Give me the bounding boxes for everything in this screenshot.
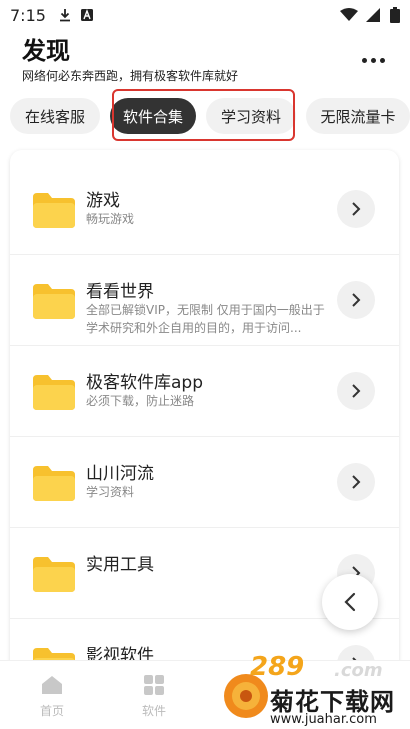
annotation-highlight-box	[112, 89, 295, 141]
list-item-desc: 全部已解锁VIP，无限制 仅用于国内一般出于学术研究和外企自用的目的，用于访问.…	[86, 303, 325, 335]
nav-label-home: 首页	[39, 704, 64, 718]
page-header: 发现 网络何必东奔西跑，拥有极客软件库就好	[22, 36, 238, 84]
list-item[interactable]: 看看世界 全部已解锁VIP，无限制 仅用于国内一般出于学术研究和外企自用的目的，…	[10, 255, 399, 346]
list-item-title: 实用工具	[86, 555, 154, 575]
chevron-left-icon	[344, 592, 356, 612]
list-item-title: 看看世界	[86, 282, 154, 302]
watermark-number: 289	[250, 652, 305, 682]
list-item-desc: 畅玩游戏	[86, 212, 135, 226]
site-watermark: 289 .com 菊花下载网 www.juahar.com	[222, 650, 410, 729]
open-button[interactable]	[337, 463, 375, 501]
chevron-right-icon	[352, 293, 361, 307]
watermark-url: www.juahar.com	[270, 712, 377, 727]
list-item-desc: 必须下载，防止迷路	[86, 394, 195, 408]
more-dot-icon	[361, 57, 367, 63]
folder-icon	[33, 284, 75, 319]
chevron-right-icon	[352, 384, 361, 398]
status-time: 7:15	[10, 5, 46, 25]
list-item-title: 山川河流	[86, 464, 154, 484]
page-title: 发现	[22, 37, 70, 65]
wifi-icon	[340, 8, 358, 21]
nav-item-home[interactable]: 首页	[22, 675, 82, 719]
nav-item-software[interactable]: 软件	[124, 675, 184, 719]
tab-online-support[interactable]: 在线客服	[10, 98, 100, 134]
folder-icon	[33, 193, 75, 228]
floating-back-button[interactable]	[322, 574, 378, 630]
download-icon	[59, 9, 70, 22]
list-item-title: 游戏	[86, 191, 120, 211]
more-dot-icon	[379, 57, 385, 63]
list-item[interactable]: 极客软件库app 必须下载，防止迷路	[10, 346, 399, 437]
list-item-title: 极客软件库app	[86, 373, 203, 393]
open-button[interactable]	[337, 281, 375, 319]
list-item-desc: 学习资料	[86, 485, 135, 499]
open-button[interactable]	[337, 190, 375, 228]
grid-icon	[144, 675, 164, 695]
folder-icon	[33, 557, 75, 592]
more-options-button[interactable]	[358, 48, 388, 72]
tab-unlimited-data-card[interactable]: 无限流量卡	[306, 98, 410, 134]
folder-icon	[33, 466, 75, 501]
home-icon	[42, 676, 62, 694]
list-item[interactable]: 山川河流 学习资料	[10, 437, 399, 528]
battery-icon	[390, 7, 400, 23]
chevron-right-icon	[352, 202, 361, 216]
signal-icon	[366, 8, 380, 22]
list-item[interactable]: 游戏 畅玩游戏	[10, 164, 399, 255]
page-subtitle: 网络何必东奔西跑，拥有极客软件库就好	[22, 69, 239, 83]
app-notification-icon	[80, 9, 93, 21]
chevron-right-icon	[352, 475, 361, 489]
watermark-dotcom: .com	[334, 660, 383, 681]
nav-label-software: 软件	[141, 704, 166, 718]
status-bar: 7:15	[0, 0, 410, 30]
open-button[interactable]	[337, 372, 375, 410]
folder-icon	[33, 375, 75, 410]
more-dot-icon	[370, 57, 376, 63]
